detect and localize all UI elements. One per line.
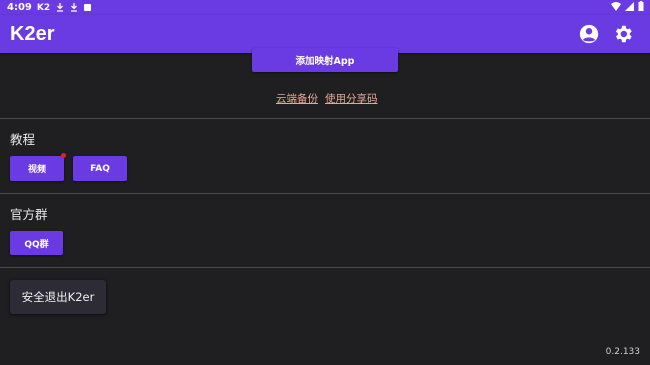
video-button[interactable]: 视频 — [10, 156, 64, 181]
notification-icons: K2 — [36, 2, 92, 13]
signal-icon — [625, 1, 634, 11]
divider — [0, 193, 650, 194]
wifi-icon — [611, 1, 621, 11]
divider — [0, 118, 650, 119]
download-icon — [71, 3, 78, 12]
status-right-icons — [611, 1, 644, 11]
notification-dot — [61, 153, 66, 158]
tutorial-section-title: 教程 — [10, 132, 36, 147]
version-label: 0.2.133 — [605, 347, 640, 357]
safe-exit-button[interactable]: 安全退出K2er — [10, 280, 106, 314]
image-notification-icon — [84, 4, 92, 11]
divider — [0, 267, 650, 268]
app-title: K2er — [10, 22, 55, 45]
share-code-link[interactable]: 使用分享码 — [325, 91, 378, 106]
cloud-backup-link[interactable]: 云端备份 — [276, 91, 318, 106]
faq-button[interactable]: FAQ — [73, 156, 127, 181]
download-icon — [57, 3, 64, 12]
status-time: 4:09 — [7, 2, 32, 13]
app-notification-icon: K2 — [36, 2, 51, 13]
account-circle-icon[interactable] — [578, 23, 600, 45]
gear-icon[interactable] — [612, 23, 634, 45]
battery-icon — [638, 1, 644, 11]
group-section-title: 官方群 — [10, 207, 48, 222]
status-bar: 4:09 K2 — [0, 0, 650, 15]
qq-group-button[interactable]: QQ群 — [10, 231, 63, 255]
add-mapping-app-button[interactable]: 添加映射App — [252, 48, 398, 72]
